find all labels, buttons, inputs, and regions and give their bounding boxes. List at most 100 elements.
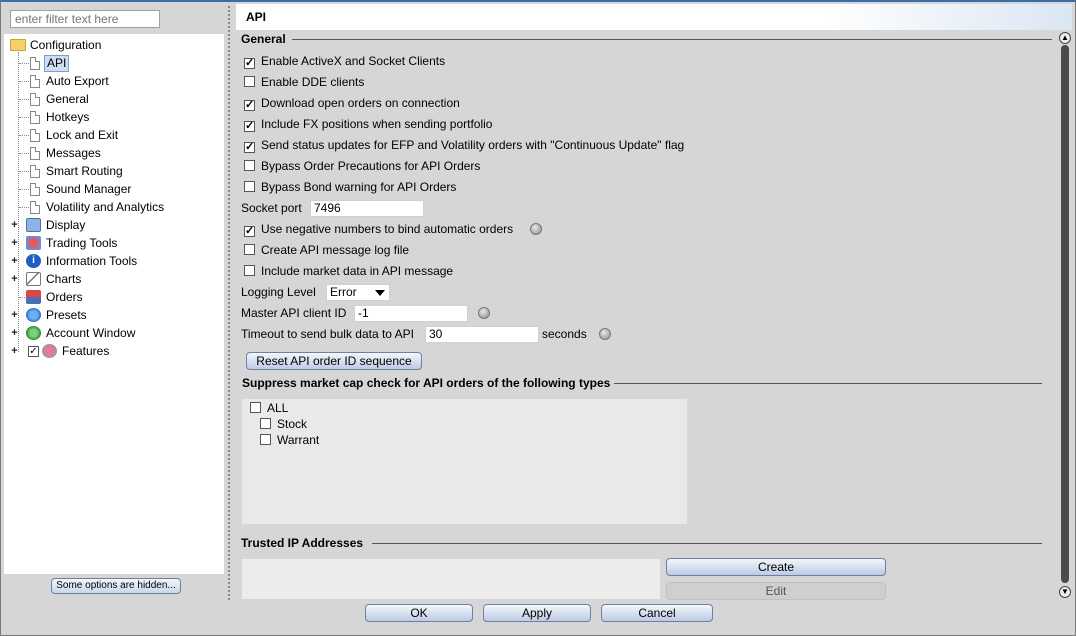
help-icon[interactable]: [599, 328, 611, 340]
page-icon: [30, 75, 40, 88]
tree-label: Charts: [46, 272, 82, 286]
checkbox[interactable]: ✓: [244, 58, 255, 69]
tree-label: Hotkeys: [46, 110, 90, 124]
tree-label: Trading Tools: [46, 236, 118, 250]
option-enable-activex[interactable]: ✓ Enable ActiveX and Socket Clients: [244, 52, 445, 70]
edit-ip-button[interactable]: Edit: [666, 582, 886, 600]
tree-branch: [19, 117, 29, 118]
list-item-warrant[interactable]: Warrant: [260, 432, 319, 448]
expand-icon[interactable]: +: [10, 220, 19, 231]
options-hidden-button[interactable]: Some options are hidden...: [51, 578, 181, 594]
presets-icon: [26, 308, 41, 322]
expand-icon[interactable]: +: [10, 346, 19, 357]
expand-icon[interactable]: +: [10, 238, 19, 249]
option-enable-dde[interactable]: Enable DDE clients: [244, 73, 364, 91]
chart-icon: [26, 272, 41, 286]
checkbox[interactable]: [244, 76, 255, 87]
section-suppress: Suppress market cap check for API orders…: [242, 376, 611, 390]
display-icon: [26, 218, 41, 232]
tree-label: Account Window: [46, 326, 136, 340]
option-label: Create API message log file: [261, 243, 410, 257]
checkbox[interactable]: [250, 402, 261, 413]
config-tree: Configuration API Auto Export General Ho…: [4, 34, 224, 574]
trusted-ip-list[interactable]: [241, 558, 661, 600]
scroll-down-icon[interactable]: ▼: [1059, 586, 1071, 598]
orders-icon: [26, 290, 41, 304]
tree-label: Messages: [46, 146, 101, 160]
option-label: Enable ActiveX and Socket Clients: [261, 54, 446, 68]
option-download-open-orders[interactable]: ✓ Download open orders on connection: [244, 94, 460, 112]
option-include-market-data[interactable]: Include market data in API message: [244, 262, 453, 280]
checkbox[interactable]: [260, 434, 271, 445]
left-panel: Configuration API Auto Export General Ho…: [4, 4, 224, 600]
api-settings: General ✓ Enable ActiveX and Socket Clien…: [236, 30, 1058, 600]
tree-label: Display: [46, 218, 86, 232]
expand-icon[interactable]: +: [10, 328, 19, 339]
option-label: Bypass Order Precautions for API Orders: [261, 159, 481, 173]
option-create-log[interactable]: Create API message log file: [244, 241, 409, 259]
tree-branch: [19, 81, 29, 82]
option-include-fx[interactable]: ✓ Include FX positions when sending portf…: [244, 115, 492, 133]
tree-label: Volatility and Analytics: [46, 200, 165, 214]
info-icon: i: [26, 254, 41, 268]
checkbox[interactable]: ✓: [244, 100, 255, 111]
panel-divider[interactable]: [228, 6, 230, 600]
tree-connector: [18, 52, 19, 352]
checkbox[interactable]: [244, 265, 255, 276]
tree-branch: [19, 153, 29, 154]
option-negative-numbers[interactable]: ✓ Use negative numbers to bind automatic …: [244, 220, 513, 238]
logging-level-select[interactable]: Error: [326, 284, 390, 301]
gear-icon: [42, 344, 57, 358]
help-icon[interactable]: [530, 223, 542, 235]
vertical-scrollbar[interactable]: ▲ ▼: [1059, 30, 1071, 600]
timeout-input[interactable]: 30: [425, 326, 539, 343]
list-item-label: Stock: [277, 417, 308, 431]
section-rule: [372, 543, 1042, 544]
scroll-up-icon[interactable]: ▲: [1059, 32, 1071, 44]
option-bypass-precautions[interactable]: Bypass Order Precautions for API Orders: [244, 157, 480, 175]
expand-icon[interactable]: +: [10, 256, 19, 267]
apply-button[interactable]: Apply: [483, 604, 591, 622]
logging-level-label: Logging Level: [241, 285, 316, 299]
page-title: API: [246, 10, 267, 24]
checkbox[interactable]: [244, 244, 255, 255]
option-bypass-bond[interactable]: Bypass Bond warning for API Orders: [244, 178, 456, 196]
checkbox[interactable]: [244, 181, 255, 192]
page-icon: [30, 57, 40, 70]
cancel-button[interactable]: Cancel: [601, 604, 713, 622]
option-label: Download open orders on connection: [261, 96, 460, 110]
tree-label: Sound Manager: [46, 182, 132, 196]
page-icon: [30, 111, 40, 124]
tree-label: Presets: [46, 308, 87, 322]
account-icon: [26, 326, 41, 340]
chevron-down-icon: [375, 290, 385, 296]
checkbox[interactable]: ✓: [244, 121, 255, 132]
checkbox[interactable]: ✓: [244, 142, 255, 153]
scroll-thumb[interactable]: [1061, 45, 1069, 583]
expand-icon[interactable]: +: [10, 274, 19, 285]
list-item-all[interactable]: ALL: [250, 400, 288, 416]
ok-button[interactable]: OK: [365, 604, 473, 622]
master-client-id-input[interactable]: -1: [354, 305, 468, 322]
section-general: General: [241, 32, 286, 46]
tree-branch: [19, 135, 29, 136]
checkbox[interactable]: [244, 160, 255, 171]
create-ip-button[interactable]: Create: [666, 558, 886, 576]
list-item-stock[interactable]: Stock: [260, 416, 307, 432]
tree-branch: [19, 171, 29, 172]
help-icon[interactable]: [478, 307, 490, 319]
socket-port-input[interactable]: 7496: [310, 200, 424, 217]
features-checkbox[interactable]: ✓: [28, 346, 39, 357]
expand-icon[interactable]: +: [10, 310, 19, 321]
folder-icon: [10, 39, 26, 51]
checkbox[interactable]: ✓: [244, 226, 255, 237]
checkbox[interactable]: [260, 418, 271, 429]
select-value: Error: [330, 285, 357, 299]
reset-order-id-button[interactable]: Reset API order ID sequence: [246, 352, 422, 370]
option-label: Send status updates for EFP and Volatili…: [261, 138, 685, 152]
filter-input[interactable]: [10, 10, 160, 28]
tree-label: Configuration: [30, 38, 102, 52]
list-item-label: Warrant: [277, 433, 320, 447]
tree-label: Smart Routing: [46, 164, 123, 178]
option-send-status-updates[interactable]: ✓ Send status updates for EFP and Volatil…: [244, 136, 684, 154]
